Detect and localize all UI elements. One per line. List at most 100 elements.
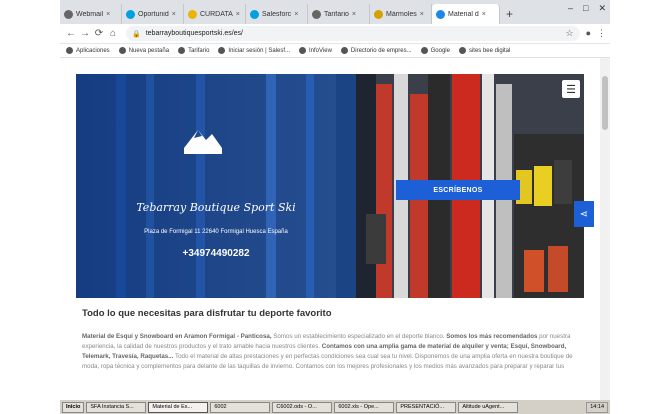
intro-bold-1: Material de Esquí y Snowboard en Aramon … — [82, 333, 272, 340]
bookmark-favicon-icon — [420, 47, 428, 54]
cloud-icon — [250, 9, 259, 19]
intro-text-1: Somos un establecimiento especializado e… — [271, 333, 447, 340]
tab-label: CURDATA — [200, 10, 233, 18]
close-window-icon[interactable]: ✕ — [598, 3, 606, 14]
clock: 14:14 — [590, 404, 604, 410]
taskbar-item-5[interactable]: PRESENTACIÓ... — [396, 401, 457, 413]
tab-0[interactable]: Webmail × — [60, 4, 122, 24]
close-tab-icon[interactable]: × — [236, 11, 240, 18]
taskbar-item-4[interactable]: 6002.xls - Ope... — [334, 401, 395, 413]
bookmark-favicon-icon — [218, 47, 226, 54]
profile-icon[interactable]: ● — [586, 28, 591, 39]
cloud-icon — [126, 9, 135, 19]
contact-button[interactable]: ESCRÍBENOS — [396, 180, 520, 200]
tab-label: Tarifario — [324, 10, 349, 18]
bookmark-1[interactable]: Nueva pestaña — [118, 47, 170, 54]
lock-icon: 🔒 — [132, 30, 141, 38]
store-address: Plaza de Formigal 11 22640 Formigal Hues… — [144, 229, 288, 235]
apps-grid-icon — [66, 47, 73, 54]
bookmark-2[interactable]: Tarifario — [178, 47, 209, 54]
brand-name: Tebarray Boutique Sport Ski — [136, 201, 296, 214]
mm-icon — [374, 9, 383, 19]
intro-paragraph: Material de Esquí y Snowboard en Aramon … — [82, 332, 580, 372]
bookmark-label: sites bee digital — [468, 47, 511, 54]
tab-3[interactable]: Salesforc × — [246, 4, 308, 24]
close-tab-icon[interactable]: × — [172, 11, 176, 18]
tab-label: Oportunid — [138, 10, 169, 18]
bookmark-label: InfoView — [309, 47, 332, 54]
close-tab-icon[interactable]: × — [294, 11, 298, 18]
reload-icon[interactable]: ⟳ — [92, 28, 106, 39]
bookmark-favicon-icon — [299, 47, 306, 54]
menu-kebab-icon[interactable]: ⋮ — [597, 28, 606, 39]
tab-label: Webmail — [76, 10, 104, 18]
bookmark-0[interactable]: Aplicaciones — [66, 47, 110, 54]
bookmark-label: Google — [430, 47, 450, 54]
taskbar-item-label: 6002.xls - Ope... — [338, 404, 379, 410]
bookmark-5[interactable]: Directorio de empres... — [340, 47, 412, 54]
bookmark-favicon-icon — [458, 47, 466, 54]
taskbar-item-2[interactable]: 6002 — [210, 401, 271, 413]
bookmark-star-icon[interactable]: ☆ — [565, 28, 573, 39]
taskbar-item-label: PRESENTACIÓ... — [400, 404, 444, 410]
maximize-icon[interactable]: □ — [583, 3, 588, 14]
close-tab-icon[interactable]: × — [106, 11, 110, 18]
forward-icon[interactable]: → — [78, 28, 92, 39]
bookmark-7[interactable]: sites bee digital — [458, 47, 511, 54]
tab-label: Salesforc — [262, 10, 292, 18]
taskbar-item-6[interactable]: Altitude uAgent... — [458, 401, 519, 413]
page-scrollbar[interactable] — [600, 58, 610, 400]
hamburger-menu-icon[interactable]: ☰ — [562, 80, 580, 98]
taskbar-item-label: SFA Instancia S... — [90, 404, 134, 410]
taskbar-item-label: C6002.ods - O... — [276, 404, 317, 410]
taskbar-item-label: 6002 — [214, 404, 227, 410]
scrollbar-thumb[interactable] — [602, 76, 608, 130]
minimize-icon[interactable]: – — [568, 3, 573, 14]
bookmark-label: Aplicaciones — [76, 47, 110, 54]
bookmark-label: Directorio de empres... — [350, 47, 412, 54]
close-tab-icon[interactable]: × — [482, 11, 486, 18]
bookmarks-bar: Aplicaciones Nueva pestaña Tarifario Inicia… — [60, 44, 610, 58]
close-tab-icon[interactable]: × — [352, 11, 356, 18]
tab-2[interactable]: CURDATA × — [184, 4, 246, 24]
blue-overlay — [76, 74, 356, 298]
taskbar-item-label: Material de Es... — [152, 404, 193, 410]
intro-bold-2: Somos los más recomendados — [446, 333, 538, 340]
share-icon[interactable]: ⋖ — [574, 201, 594, 227]
tab-5[interactable]: Mármoles × — [370, 4, 432, 24]
url-text: tebarrayboutiquesportski.es/es/ — [145, 30, 243, 37]
close-tab-icon[interactable]: × — [420, 11, 424, 18]
back-icon[interactable]: ← — [64, 28, 78, 39]
home-icon[interactable]: ⌂ — [106, 28, 120, 39]
section-title: Todo lo que necesitas para disfrutar tu … — [82, 308, 332, 319]
bookmark-label: Iniciar sesión | Salesf... — [228, 47, 290, 54]
globe-icon — [312, 9, 321, 19]
tab-4[interactable]: Tarifario × — [308, 4, 370, 24]
address-bar[interactable]: 🔒 tebarrayboutiquesportski.es/es/ ☆ — [126, 26, 580, 41]
bookmark-favicon-icon — [178, 47, 186, 54]
intro-text-4: delante de las taquillas de invierno. Co… — [195, 363, 565, 370]
tab-1[interactable]: Oportunid × — [122, 4, 184, 24]
taskbar-item-0[interactable]: SFA Instancia S... — [86, 401, 147, 413]
tab-bar: Webmail × Oportunid × CURDATA × Salesforc × Tari… — [60, 0, 610, 24]
bookmark-3[interactable]: Iniciar sesión | Salesf... — [218, 47, 290, 54]
globe-icon — [64, 9, 73, 19]
cd-icon — [188, 9, 197, 19]
start-button[interactable]: Inicio — [62, 401, 85, 413]
tab-6[interactable]: Material d × — [432, 4, 500, 24]
tab-label: Mármoles — [386, 10, 417, 18]
taskbar-item-1[interactable]: Material de Es... — [148, 401, 209, 413]
tab-label: Material d — [448, 10, 479, 18]
phone-number[interactable]: +34974490282 — [76, 248, 356, 259]
bookmark-6[interactable]: Google — [420, 47, 450, 54]
bookmark-4[interactable]: InfoView — [299, 47, 332, 54]
bookmark-label: Nueva pestaña — [128, 47, 170, 54]
windows-taskbar: Inicio SFA Instancia S... Material de Es.… — [60, 400, 610, 414]
navigation-bar: ← → ⟳ ⌂ 🔒 tebarrayboutiquesportski.es/es… — [60, 24, 610, 44]
taskbar-item-3[interactable]: C6002.ods - O... — [272, 401, 333, 413]
new-tab-button[interactable]: + — [500, 4, 519, 24]
web-page: Tebarray Boutique Sport Ski Plaza de For… — [60, 58, 600, 400]
bookmark-favicon-icon — [340, 47, 348, 54]
diamond-icon — [436, 9, 445, 19]
system-tray: 14:14 — [586, 401, 608, 413]
